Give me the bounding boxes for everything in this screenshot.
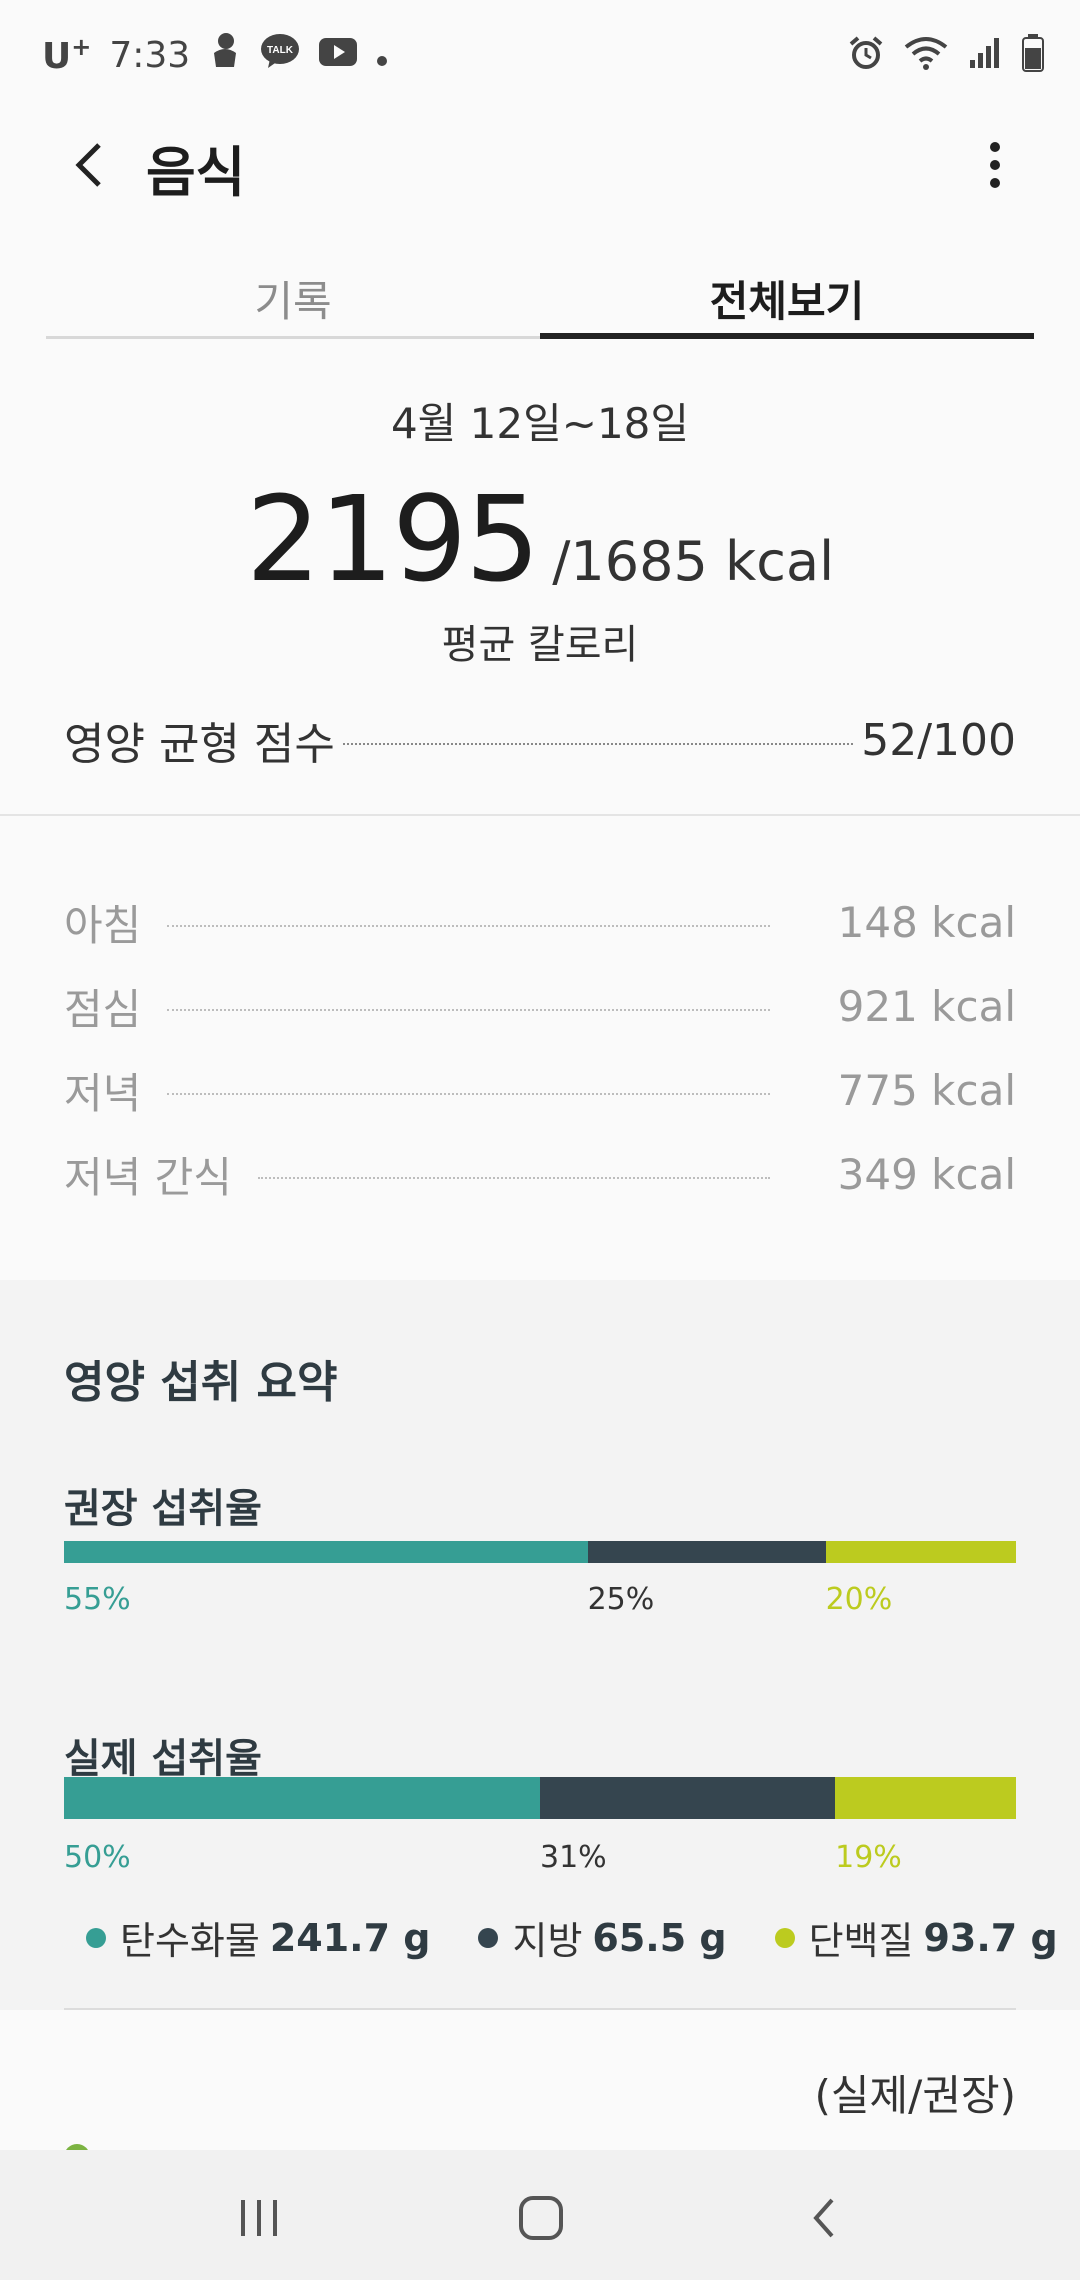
- average-calories-label: 평균 칼로리: [441, 622, 639, 668]
- recent-apps-button[interactable]: [214, 2180, 304, 2256]
- back-arrow-icon: [75, 143, 101, 187]
- more-options-button[interactable]: [970, 130, 1020, 200]
- legend-amount: 241.7 g: [269, 1915, 431, 1960]
- carrier-label: U+: [42, 33, 92, 77]
- meal-row-dinner: 저녁 775 kcal: [64, 1060, 1016, 1120]
- youtube-icon: [318, 35, 358, 76]
- dotted-leader: [167, 1093, 770, 1095]
- wifi-icon: [904, 35, 948, 75]
- more-vert-icon: [990, 142, 1000, 188]
- meal-label: 점심: [64, 984, 142, 1034]
- actual-vs-recommended-label: (실제/권장): [814, 2071, 1016, 2120]
- meal-calories: 921 kcal: [837, 981, 1016, 1031]
- bar-segment-fat: [587, 1541, 826, 1563]
- actual-fat-percent: 31%: [540, 1840, 607, 1875]
- legend-carbs: 탄수화물 241.7 g: [86, 1910, 430, 1965]
- meal-label: 저녁 간식: [64, 1152, 232, 1202]
- alarm-icon: [848, 35, 884, 75]
- meal-calories: 775 kcal: [837, 1065, 1016, 1115]
- nutrition-score-row: 영양 균형 점수 52/100: [64, 708, 1016, 772]
- meal-row-lunch: 점심 921 kcal: [64, 976, 1016, 1036]
- signal-icon: [968, 36, 1002, 74]
- nutrition-score-label: 영양 균형 점수: [64, 719, 335, 770]
- status-right: [848, 30, 1044, 80]
- nutrition-score-value: 52/100: [861, 714, 1016, 766]
- recent-apps-icon: [241, 2200, 277, 2236]
- bar-segment-protein: [825, 1541, 1016, 1563]
- home-button[interactable]: [496, 2180, 586, 2256]
- actual-intake-bar: [64, 1777, 1016, 1819]
- meal-row-breakfast: 아침 148 kcal: [64, 892, 1016, 952]
- section-divider: [0, 814, 1080, 816]
- bar-segment-fat: [540, 1777, 836, 1819]
- legend-dot: [478, 1927, 499, 1948]
- tab-divider: [46, 336, 540, 339]
- meal-row-evening-snack: 저녁 간식 349 kcal: [64, 1144, 1016, 1204]
- legend-dot: [774, 1927, 795, 1948]
- meal-label: 아침: [64, 900, 142, 950]
- average-calories-row: 2195 /1685 kcal: [0, 470, 1080, 608]
- bar-segment-protein: [835, 1777, 1016, 1819]
- bar-segment-carbs: [64, 1541, 588, 1563]
- average-calories-value: 2195: [245, 470, 540, 608]
- nutrition-summary-title: 영양 섭취 요약: [64, 1357, 338, 1408]
- home-icon: [519, 2196, 563, 2240]
- dotted-leader: [257, 1177, 770, 1179]
- bar-segment-carbs: [64, 1777, 540, 1819]
- dot-icon: [376, 35, 388, 76]
- recommended-intake-label: 권장 섭취율: [64, 1486, 262, 1532]
- system-back-icon: [813, 2198, 834, 2238]
- date-range: 4월 12일~18일: [390, 399, 690, 448]
- tab-record[interactable]: 기록: [46, 258, 540, 338]
- legend-name: 탄수화물: [120, 1919, 260, 1963]
- dotted-leader: [342, 743, 854, 745]
- dotted-leader: [167, 925, 770, 927]
- legend-fat: 지방 65.5 g: [478, 1910, 727, 1965]
- legend-amount: 65.5 g: [592, 1915, 727, 1960]
- legend-name: 단백질: [808, 1919, 914, 1963]
- actual-protein-percent: 19%: [835, 1840, 902, 1875]
- back-button[interactable]: [58, 130, 118, 200]
- meal-calories: 349 kcal: [837, 1149, 1016, 1199]
- kakaotalk-icon: TALK: [260, 33, 300, 78]
- tab-selected-indicator: [540, 333, 1034, 339]
- recommended-carbs-percent: 55%: [64, 1582, 131, 1617]
- recommended-protein-percent: 20%: [825, 1582, 893, 1617]
- legend-protein: 단백질 93.7 g: [774, 1910, 1058, 1965]
- system-back-button[interactable]: [778, 2180, 868, 2256]
- baby-icon: [208, 31, 242, 80]
- recommended-fat-percent: 25%: [587, 1582, 655, 1617]
- actual-intake-label: 실제 섭취율: [64, 1736, 262, 1782]
- macro-legend: 탄수화물 241.7 g 지방 65.5 g 단백질 93.7 g: [86, 1910, 1080, 1965]
- battery-icon: [1022, 34, 1044, 76]
- svg-text:TALK: TALK: [267, 45, 294, 56]
- actual-carbs-percent: 50%: [64, 1840, 131, 1875]
- meal-calories: 148 kcal: [837, 897, 1016, 947]
- legend-amount: 93.7 g: [923, 1915, 1058, 1960]
- dotted-leader: [167, 1009, 770, 1011]
- calorie-target: /1685 kcal: [552, 530, 835, 593]
- legend-name: 지방: [512, 1919, 583, 1963]
- recommended-intake-bar: [64, 1541, 1016, 1563]
- clock: 7:33: [109, 34, 191, 76]
- tab-view-all[interactable]: 전체보기: [540, 258, 1034, 338]
- meal-label: 저녁: [64, 1068, 142, 1118]
- status-left: U+ 7:33 TALK: [42, 30, 388, 80]
- page-title: 음식: [146, 141, 246, 204]
- legend-dot: [86, 1927, 106, 1948]
